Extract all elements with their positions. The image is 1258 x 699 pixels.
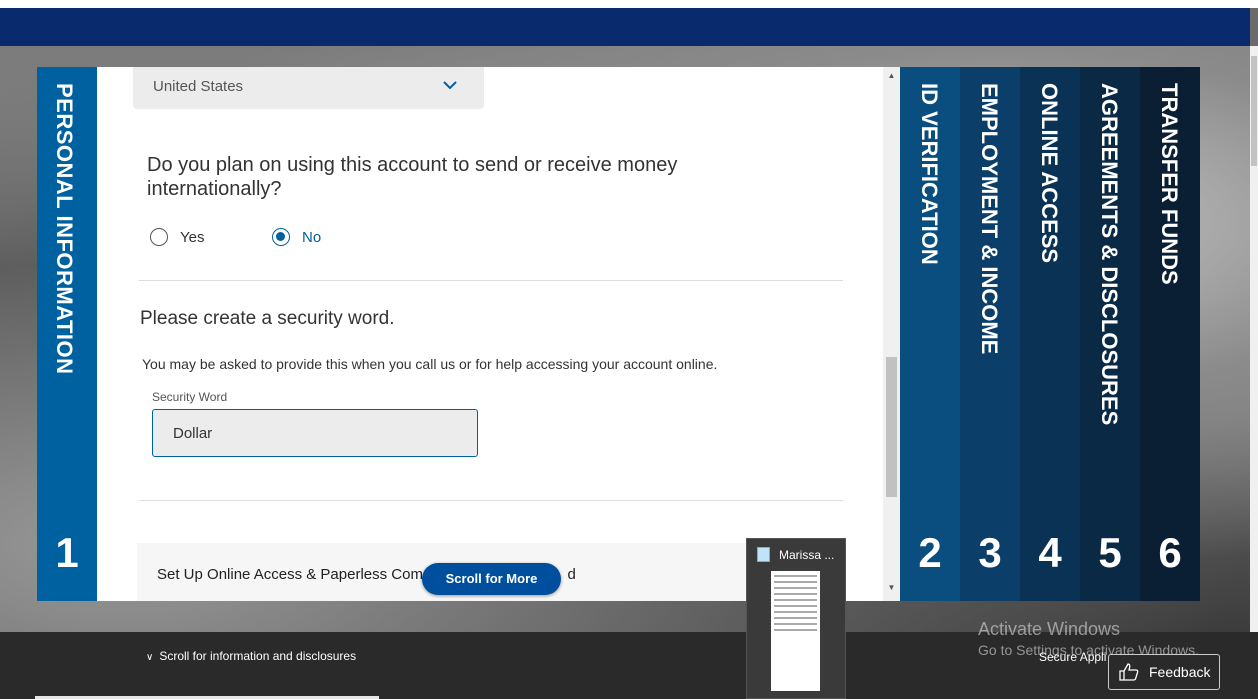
step-label: PERSONAL INFORMATION <box>52 83 77 375</box>
step-label: TRANSFER FUNDS <box>1157 83 1182 285</box>
feedback-button[interactable]: Feedback <box>1108 654 1220 690</box>
scroll-down-arrow-icon[interactable]: ▼ <box>883 581 900 595</box>
thumbs-up-icon <box>1119 663 1139 681</box>
step-label: EMPLOYMENT & INCOME <box>977 83 1002 355</box>
step-employment-income[interactable]: EMPLOYMENT & INCOME 3 <box>960 67 1020 601</box>
radio-yes[interactable]: Yes <box>150 228 204 246</box>
application-form: United States Do you plan on using this … <box>97 67 883 601</box>
scroll-for-more-button[interactable]: Scroll for More <box>422 563 561 595</box>
radio-circle[interactable] <box>150 228 168 246</box>
divider <box>139 500 843 501</box>
radio-no[interactable]: No <box>272 228 321 246</box>
step-online-access[interactable]: ONLINE ACCESS 4 <box>1020 67 1080 601</box>
step-label: ID VERIFICATION <box>917 83 942 265</box>
step-personal-information: PERSONAL INFORMATION 1 <box>37 67 97 601</box>
step-label: ONLINE ACCESS <box>1037 83 1062 264</box>
page-scrollbar-thumb[interactable] <box>1251 56 1257 166</box>
security-word-input[interactable] <box>152 409 478 457</box>
security-word-description: You may be asked to provide this when yo… <box>142 356 718 372</box>
preview-thumbnail <box>771 571 820 691</box>
step-number: 4 <box>1038 529 1062 576</box>
preview-title: Marissa ... <box>779 548 835 562</box>
page-scrollbar[interactable] <box>1250 46 1258 632</box>
radio-label: Yes <box>180 228 205 246</box>
step-label: AGREEMENTS & DISCLOSURES <box>1097 83 1122 426</box>
form-scrollbar-thumb[interactable] <box>886 357 897 497</box>
radio-circle-selected[interactable] <box>272 228 290 246</box>
security-word-title: Please create a security word. <box>140 308 395 329</box>
step-number: 1 <box>55 529 79 576</box>
site-header <box>0 8 1250 46</box>
divider <box>139 280 843 281</box>
step-transfer-funds[interactable]: TRANSFER FUNDS 6 <box>1140 67 1200 601</box>
step-number: 6 <box>1158 529 1182 576</box>
radio-label: No <box>302 228 322 246</box>
step-number: 2 <box>918 529 942 576</box>
disclosures-link[interactable]: ∨ Scroll for information and disclosures <box>146 649 356 663</box>
international-question: Do you plan on using this account to sen… <box>147 154 678 200</box>
form-scrollbar[interactable]: ▲ ▼ <box>883 67 900 601</box>
step-id-verification[interactable]: ID VERIFICATION 2 <box>900 67 960 601</box>
country-select-value: United States <box>153 78 244 95</box>
browser-top-edge <box>0 0 1258 8</box>
step-number: 3 <box>978 529 1002 576</box>
chevron-down-icon <box>443 81 457 90</box>
country-select[interactable]: United States <box>133 67 484 109</box>
step-agreements-disclosures[interactable]: AGREEMENTS & DISCLOSURES 5 <box>1080 67 1140 601</box>
security-word-label: Security Word <box>152 390 228 404</box>
chevron-down-icon: ∨ <box>146 652 154 663</box>
scroll-up-arrow-icon[interactable]: ▲ <box>883 69 900 83</box>
feedback-label: Feedback <box>1149 664 1211 680</box>
secure-application-text: Secure Appli <box>1039 650 1107 664</box>
notepad-icon <box>757 547 770 562</box>
taskbar-window-preview[interactable]: Marissa ... <box>746 538 846 699</box>
step-number: 5 <box>1098 529 1122 576</box>
